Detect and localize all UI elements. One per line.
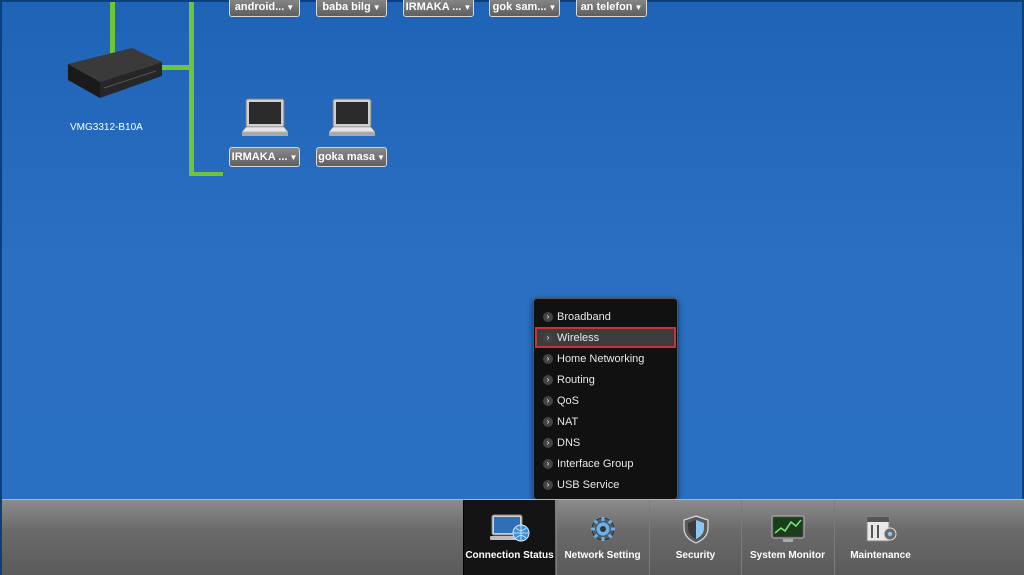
network-setting-submenu: › Broadband › Wireless › Home Networking… <box>533 298 678 500</box>
caret-down-icon: ▼ <box>376 152 385 162</box>
menu-item-label: USB Service <box>557 478 620 491</box>
menu-item-interface-group[interactable]: › Interface Group <box>535 453 676 474</box>
menu-item-usb-service[interactable]: › USB Service <box>535 474 676 495</box>
laptop-icon[interactable] <box>241 98 289 147</box>
device-label: baba bilg <box>322 1 371 13</box>
chevron-right-icon: › <box>543 437 553 448</box>
caret-down-icon: ▼ <box>286 2 295 12</box>
chevron-right-icon: › <box>543 332 553 343</box>
chevron-right-icon: › <box>543 311 553 322</box>
device-label: gok sam... <box>492 1 547 13</box>
tab-connection-status[interactable]: Connection Status <box>463 500 555 575</box>
device-button-baba-bilg[interactable]: baba bilg ▼ <box>316 0 387 17</box>
tab-security[interactable]: Security <box>649 500 741 575</box>
chevron-right-icon: › <box>543 374 553 385</box>
tab-label: Maintenance <box>850 550 911 561</box>
caret-down-icon: ▼ <box>372 2 381 12</box>
menu-item-label: NAT <box>557 415 579 428</box>
menu-item-qos[interactable]: › QoS <box>535 390 676 411</box>
menu-item-label: DNS <box>557 436 581 449</box>
device-label: IRMAKA ... <box>405 1 462 13</box>
device-button-gok-sam[interactable]: gok sam... ▼ <box>489 0 560 17</box>
tab-maintenance[interactable]: Maintenance <box>834 500 926 575</box>
network-line-vertical-main <box>189 2 194 176</box>
tab-label: Connection Status <box>465 550 554 561</box>
caret-down-icon: ▼ <box>289 152 298 162</box>
monitor-globe-icon <box>489 514 529 542</box>
router-icon[interactable] <box>64 42 164 107</box>
main-taskbar: Connection Status Network Setting Securi… <box>2 499 1024 575</box>
caret-down-icon: ▼ <box>463 2 472 12</box>
menu-item-label: QoS <box>557 394 580 407</box>
chevron-right-icon: › <box>543 416 553 427</box>
device-button-irmaka-laptop[interactable]: IRMAKA ... ▼ <box>229 147 300 167</box>
tab-label: Security <box>675 550 716 561</box>
caret-down-icon: ▼ <box>634 2 643 12</box>
device-button-goka-masa[interactable]: goka masa ▼ <box>316 147 387 167</box>
menu-item-label: Interface Group <box>557 457 634 470</box>
shield-icon <box>682 515 709 544</box>
tab-label: Network Setting <box>564 550 641 561</box>
menu-item-label: Broadband <box>557 310 611 323</box>
tab-label: System Monitor <box>749 550 825 561</box>
gear-icon <box>590 517 615 541</box>
tab-system-monitor[interactable]: System Monitor <box>741 500 833 575</box>
chevron-right-icon: › <box>543 395 553 406</box>
network-line-bottom-branch <box>189 172 223 176</box>
chart-monitor-icon <box>771 515 804 542</box>
menu-item-home-networking[interactable]: › Home Networking <box>535 348 676 369</box>
router-label: VMG3312-B10A <box>70 122 143 133</box>
device-button-an-telefon[interactable]: an telefon ▼ <box>576 0 647 17</box>
menu-item-wireless[interactable]: › Wireless <box>535 327 676 348</box>
chevron-right-icon: › <box>543 479 553 490</box>
device-button-irmaka-top[interactable]: IRMAKA ... ▼ <box>403 0 474 17</box>
chevron-right-icon: › <box>543 458 553 469</box>
device-label: android... <box>234 1 285 13</box>
device-button-android[interactable]: android... ▼ <box>229 0 300 17</box>
menu-item-label: Routing <box>557 373 595 386</box>
device-label: IRMAKA ... <box>231 151 288 163</box>
laptop-icon[interactable] <box>328 98 376 147</box>
menu-item-routing[interactable]: › Routing <box>535 369 676 390</box>
device-label: goka masa <box>318 151 375 163</box>
menu-item-label: Wireless <box>557 331 600 344</box>
tools-icon <box>866 516 896 542</box>
device-label: an telefon <box>580 1 633 13</box>
tab-network-setting[interactable]: Network Setting <box>556 500 648 575</box>
chevron-right-icon: › <box>543 353 553 364</box>
menu-item-nat[interactable]: › NAT <box>535 411 676 432</box>
menu-item-broadband[interactable]: › Broadband <box>535 306 676 327</box>
caret-down-icon: ▼ <box>548 2 557 12</box>
menu-item-label: Home Networking <box>557 352 645 365</box>
menu-item-dns[interactable]: › DNS <box>535 432 676 453</box>
